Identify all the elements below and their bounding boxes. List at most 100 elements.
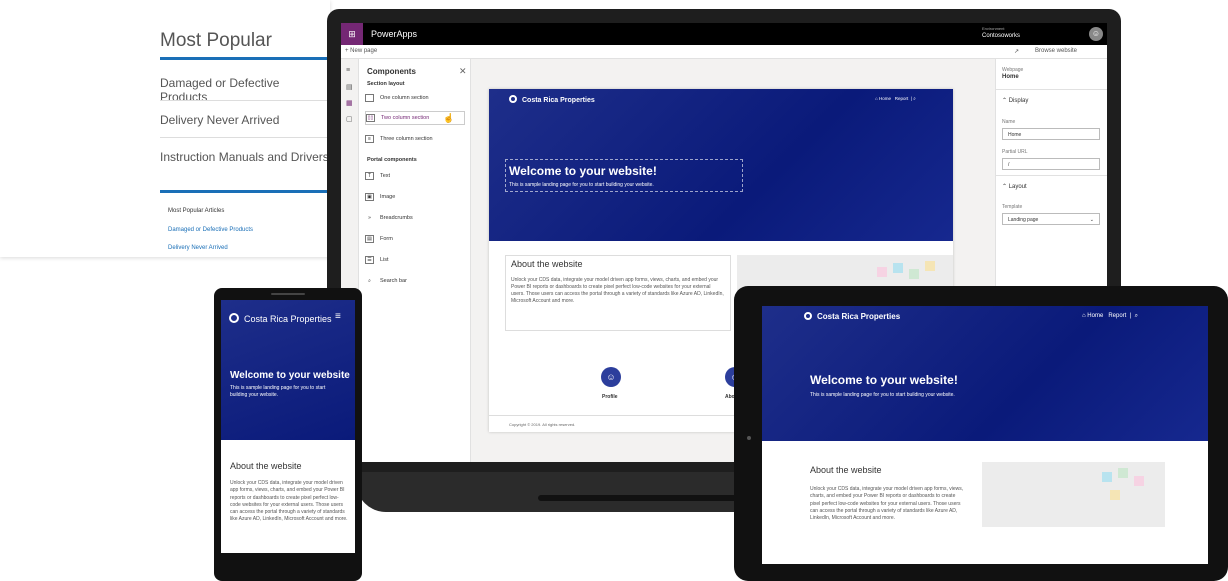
components-title: Components	[367, 67, 416, 76]
text-component[interactable]: T Text	[365, 169, 465, 183]
section-title: Most Popular Articles	[168, 208, 225, 214]
tablet-welcome-subtitle: This is sample landing page for you to s…	[810, 392, 955, 398]
new-page-button[interactable]: + New page	[345, 48, 377, 54]
form-component[interactable]: ▤ Form	[365, 232, 465, 246]
phone-welcome-subtitle: This is sample landing page for you to s…	[230, 385, 326, 398]
nav-home[interactable]: Home	[879, 96, 891, 101]
article-link[interactable]: Delivery Never Arrived	[160, 113, 279, 127]
breadcrumbs-icon: »	[368, 215, 371, 221]
portal-components-header: Portal components	[367, 157, 417, 163]
tablet-about-image	[982, 462, 1165, 527]
breadcrumbs-component[interactable]: » Breadcrumbs	[365, 211, 465, 225]
tablet-screen: Costa Rica Properties ⌂ Home Report | ⌕ …	[762, 306, 1208, 564]
sticky-note	[909, 269, 919, 279]
search-icon: ⌕	[368, 278, 371, 284]
two-column-icon: ▯▯	[366, 114, 375, 122]
three-column-section[interactable]: ≡ Three column section	[365, 132, 465, 146]
phone-screen: Costa Rica Properties ≡ Welcome to your …	[221, 300, 355, 553]
phone-about-text: Unlock your CDS data, integrate your mod…	[230, 480, 348, 523]
divider	[160, 57, 330, 60]
menu-icon[interactable]: ≡	[346, 67, 350, 74]
tablet-about-text: Unlock your CDS data, integrate your mod…	[810, 486, 964, 521]
chevron-down-icon: ⌄	[1089, 217, 1094, 223]
command-bar: + New page ↗ Browse website	[341, 45, 1107, 59]
search-bar-component[interactable]: ⌕ Search bar	[365, 274, 465, 288]
nav-home[interactable]: Home	[1087, 313, 1103, 319]
divider	[160, 137, 330, 138]
phone-welcome-title: Welcome to your website	[230, 370, 350, 381]
one-column-section[interactable]: One column section	[365, 91, 465, 105]
list-icon: ☰	[365, 256, 374, 264]
item-label: Three column section	[380, 136, 433, 142]
sticky-note	[877, 267, 887, 277]
components-panel: Components ✕ Section layout One column s…	[359, 59, 471, 462]
profile-label[interactable]: Profile	[602, 394, 618, 400]
sticky-note	[1102, 472, 1112, 482]
search-icon[interactable]: ⌕	[1135, 313, 1138, 319]
browse-website-button[interactable]: Browse website	[1035, 48, 1077, 54]
sticky-note	[1118, 468, 1128, 478]
cursor-hand-icon: ☝	[443, 112, 455, 123]
webpage-value: Home	[1002, 74, 1019, 80]
nav-report[interactable]: Report	[1108, 313, 1126, 319]
site-name: Costa Rica Properties	[522, 97, 595, 104]
site-brand[interactable]: Costa Rica Properties	[509, 95, 595, 104]
layout-section[interactable]: ⌃ Layout	[1002, 183, 1027, 190]
item-label: Form	[380, 236, 393, 242]
phone-about-title: About the website	[230, 461, 302, 471]
divider	[996, 175, 1107, 176]
logo-icon	[509, 95, 517, 103]
components-icon[interactable]: ▦	[346, 99, 353, 107]
template-label: Template	[1002, 204, 1023, 210]
profile-icon[interactable]: ☺	[601, 367, 621, 387]
welcome-subtitle[interactable]: This is sample landing page for you to s…	[509, 182, 654, 188]
search-icon[interactable]: ⌕	[913, 96, 916, 101]
three-column-icon: ≡	[365, 135, 374, 143]
environment-name[interactable]: Contosoworks	[982, 33, 1020, 39]
app-name: PowerApps	[371, 29, 418, 39]
name-input[interactable]: Home	[1002, 128, 1100, 140]
image-icon: ▣	[365, 193, 374, 201]
sticky-note	[1110, 490, 1120, 500]
site-name: Costa Rica Properties	[244, 314, 332, 324]
divider	[996, 89, 1107, 90]
two-column-section[interactable]: ▯▯ Two column section ☝	[365, 111, 465, 125]
text-icon: T	[365, 172, 374, 180]
partial-url-input[interactable]: /	[1002, 158, 1100, 170]
logo-icon	[804, 312, 812, 320]
template-select[interactable]: Landing page ⌄	[1002, 213, 1100, 225]
item-label: Search bar	[380, 278, 407, 284]
article-link[interactable]: Instruction Manuals and Drivers	[160, 150, 329, 164]
hamburger-icon[interactable]: ≡	[335, 311, 341, 322]
webpage-label: Webpage	[1002, 67, 1024, 73]
list-component[interactable]: ☰ List	[365, 253, 465, 267]
one-column-icon	[365, 94, 374, 102]
article-link[interactable]: Damaged or Defective Products	[168, 227, 253, 233]
welcome-title[interactable]: Welcome to your website!	[509, 164, 657, 178]
close-icon[interactable]: ✕	[459, 66, 467, 77]
sticky-note	[893, 263, 903, 273]
copyright: Copyright © 2019. All rights reserved.	[509, 422, 576, 427]
image-component[interactable]: ▣ Image	[365, 190, 465, 204]
item-label: One column section	[380, 95, 429, 101]
avatar[interactable]: ☺	[1089, 27, 1103, 41]
top-bar: ⊞ PowerApps Environment Contosoworks ☺	[341, 23, 1107, 45]
article-link[interactable]: Delivery Never Arrived	[168, 245, 228, 251]
phone-speaker	[271, 293, 305, 295]
pages-icon[interactable]: ▤	[346, 83, 353, 91]
display-section[interactable]: ⌃ Display	[1002, 97, 1028, 104]
themes-icon[interactable]: ▢	[346, 115, 353, 123]
phone-brand[interactable]: Costa Rica Properties	[229, 313, 332, 324]
tablet-camera	[747, 436, 751, 440]
tablet-about-title: About the website	[810, 465, 882, 475]
display-label: Display	[1008, 98, 1029, 104]
waffle-icon[interactable]: ⊞	[341, 23, 363, 45]
tablet-brand[interactable]: Costa Rica Properties	[804, 312, 900, 321]
background-article-card: Most Popular Damaged or Defective Produc…	[0, 0, 330, 257]
divider	[160, 190, 330, 193]
section-layout-header: Section layout	[367, 81, 405, 87]
sticky-note	[1134, 476, 1144, 486]
nav-report[interactable]: Report	[895, 96, 909, 101]
laptop-notch	[538, 495, 738, 501]
tablet-nav: ⌂ Home Report | ⌕	[1082, 313, 1138, 319]
